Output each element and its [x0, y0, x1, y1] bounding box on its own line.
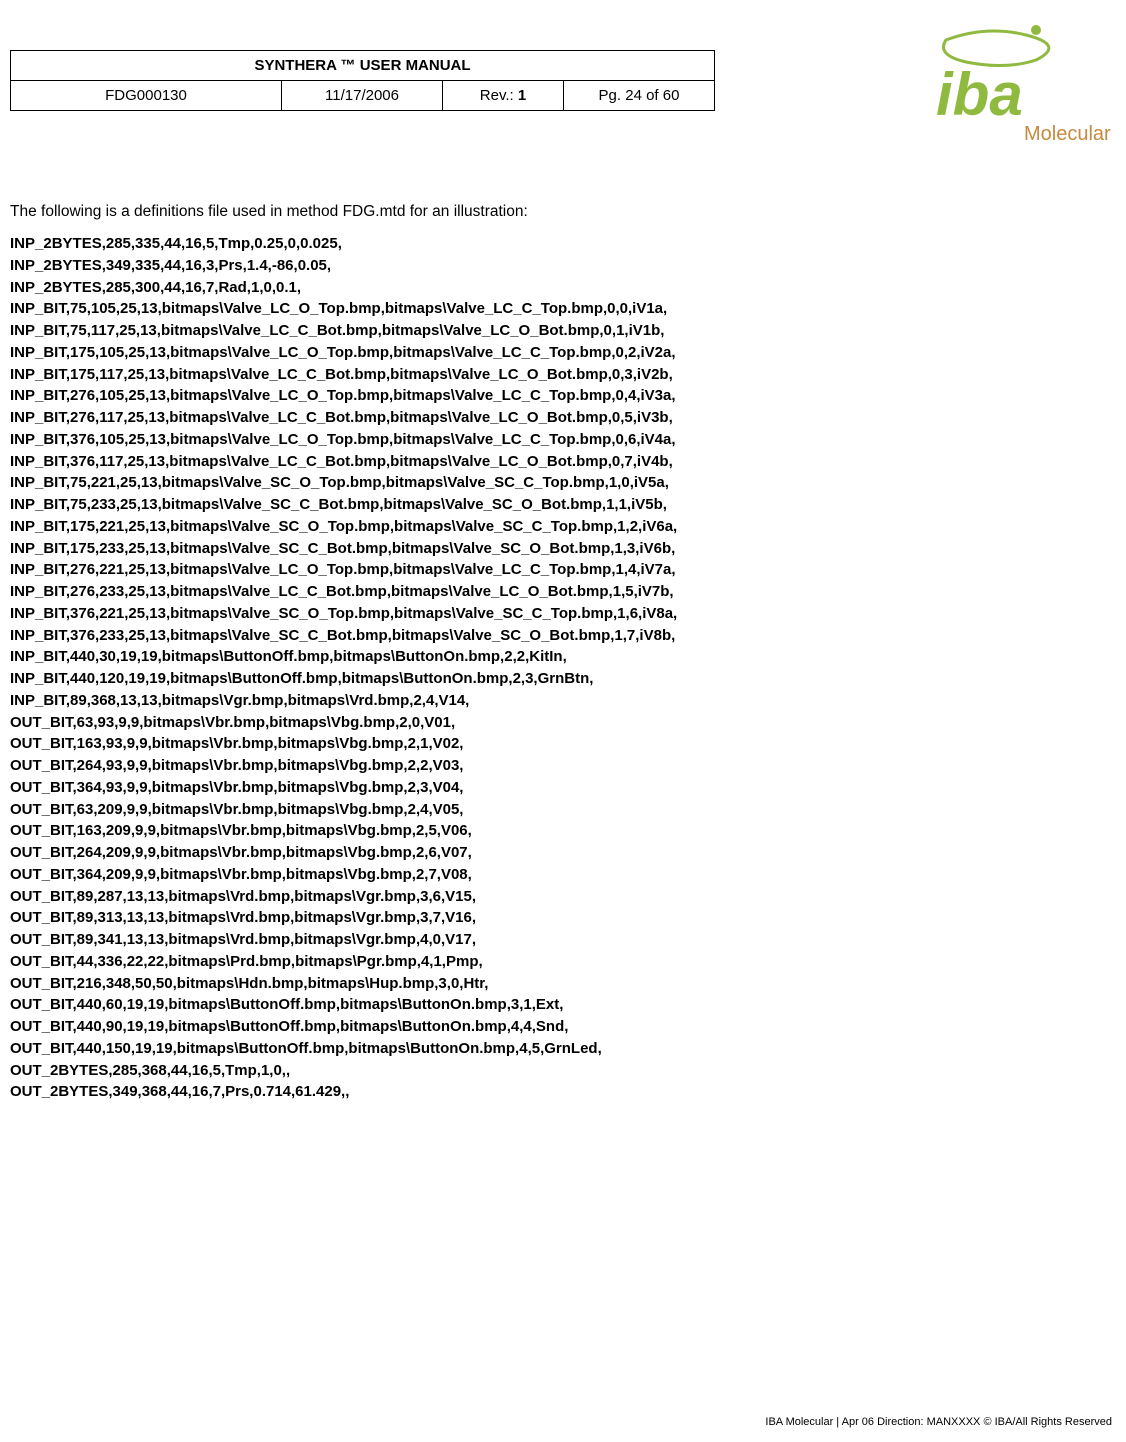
brand-logo: iba Molecular [916, 20, 1116, 153]
iba-logo-icon: iba Molecular [916, 20, 1116, 150]
rev-label: Rev.: [480, 87, 514, 104]
header-table: SYNTHERA ™ USER MANUAL FDG000130 11/17/2… [10, 50, 715, 111]
doc-title: SYNTHERA ™ USER MANUAL [11, 51, 715, 81]
doc-date: 11/17/2006 [282, 81, 443, 111]
page-footer: IBA Molecular | Apr 06 Direction: MANXXX… [765, 1416, 1112, 1428]
rev-value: 1 [518, 87, 526, 104]
logo-subtext: Molecular [1024, 123, 1111, 145]
logo-text: iba [936, 61, 1023, 128]
page-header: SYNTHERA ™ USER MANUAL FDG000130 11/17/2… [10, 20, 1116, 153]
doc-rev: Rev.: 1 [443, 81, 564, 111]
doc-id: FDG000130 [11, 81, 282, 111]
doc-page: Pg. 24 of 60 [564, 81, 715, 111]
definitions-block: INP_2BYTES,285,335,44,16,5,Tmp,0.25,0,0.… [10, 233, 1116, 1103]
intro-text: The following is a definitions file used… [10, 203, 1116, 221]
